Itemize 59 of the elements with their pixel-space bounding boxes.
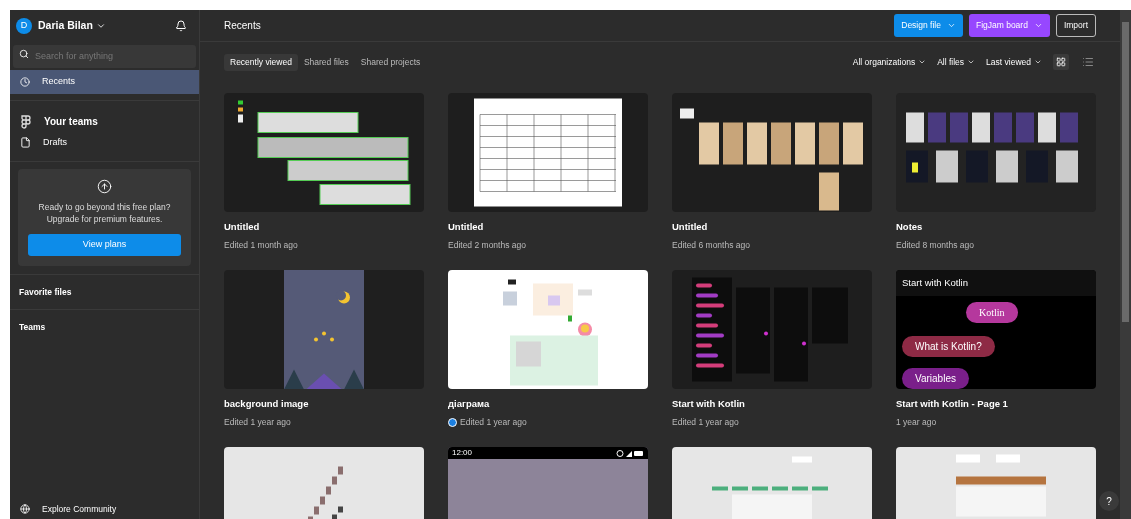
tab[interactable]: Recently viewed [224, 53, 298, 71]
file-edited-time: Edited 1 year ago [672, 416, 739, 429]
file-title[interactable]: Notes [896, 220, 1096, 235]
user-avatar[interactable]: D [16, 18, 32, 34]
explore-community-link[interactable]: Explore Community [10, 497, 199, 519]
tab[interactable]: Shared files [297, 53, 355, 71]
account-menu[interactable]: Daria Bilan [38, 18, 106, 34]
caret-icon [95, 21, 106, 31]
status-icons-icon [616, 449, 644, 457]
tab[interactable]: Shared projects [354, 53, 427, 71]
view-plans-button[interactable]: View plans [28, 234, 181, 256]
caret-icon [1034, 58, 1042, 66]
file-title[interactable]: Untitled [224, 220, 424, 235]
figma-logo-icon [20, 114, 32, 129]
grid-view-button[interactable] [1053, 54, 1069, 70]
section-heading[interactable]: Favorite files [19, 285, 72, 299]
file-edited-time: 1 year ago [896, 416, 937, 429]
slide-pill: Kotlin [966, 302, 1018, 324]
file-edited-time: Edited 2 months ago [448, 239, 526, 252]
clock-icon [20, 77, 30, 87]
notification-bell-icon[interactable] [175, 20, 187, 32]
file-title[interactable]: Untitled [672, 220, 872, 235]
slide-pill: What is Kotlin? [902, 336, 995, 358]
section-heading[interactable]: Teams [19, 320, 46, 334]
caret-icon [967, 58, 976, 66]
upgrade-text: Ready to go beyond this free plan? Upgrade for premium features. [37, 201, 172, 225]
file-title[interactable]: діаграма [448, 397, 648, 412]
slide-pill: Variables [902, 368, 969, 389]
file-edited-time: Edited 6 months ago [672, 239, 750, 252]
scrollbar-thumb[interactable] [1122, 22, 1129, 322]
document-icon [20, 137, 31, 148]
file-title[interactable]: background image [224, 397, 424, 412]
list-icon [1082, 56, 1094, 68]
file-title[interactable]: Start with Kotlin - Page 1 [896, 397, 1096, 412]
file-edited-time: Edited 8 months ago [896, 239, 974, 252]
header-button[interactable]: FigJam board [968, 14, 1050, 37]
slide-heading: Start with Kotlin [896, 270, 1096, 297]
header-button[interactable]: Design file [894, 14, 963, 37]
caret-icon [946, 21, 956, 30]
grid-icon [1056, 57, 1066, 67]
file-title[interactable]: Start with Kotlin [672, 397, 872, 412]
caret-icon [1033, 21, 1043, 30]
caret-icon [918, 58, 927, 66]
filter-dropdown[interactable]: Last viewed [986, 55, 1042, 69]
sidebar-item[interactable]: Recents [10, 70, 199, 94]
page-title: Recents [224, 19, 261, 33]
file-edited-time: Edited 1 year ago [224, 416, 291, 429]
file-edited-time: Edited 1 year ago [460, 416, 527, 429]
header-button[interactable]: Import [1055, 14, 1096, 37]
globe-icon [20, 504, 30, 514]
sidebar-item[interactable]: Drafts [10, 132, 199, 153]
status-time: 12:00 [452, 449, 473, 457]
sidebar-item[interactable]: Your teams [10, 111, 199, 132]
search-icon [19, 48, 29, 59]
filter-dropdown[interactable]: All organizations [852, 55, 927, 69]
file-title[interactable]: Untitled [448, 220, 648, 235]
filter-dropdown[interactable]: All files [937, 55, 976, 69]
upgrade-icon [97, 179, 112, 194]
file-edited-time: Edited 1 month ago [224, 239, 298, 252]
